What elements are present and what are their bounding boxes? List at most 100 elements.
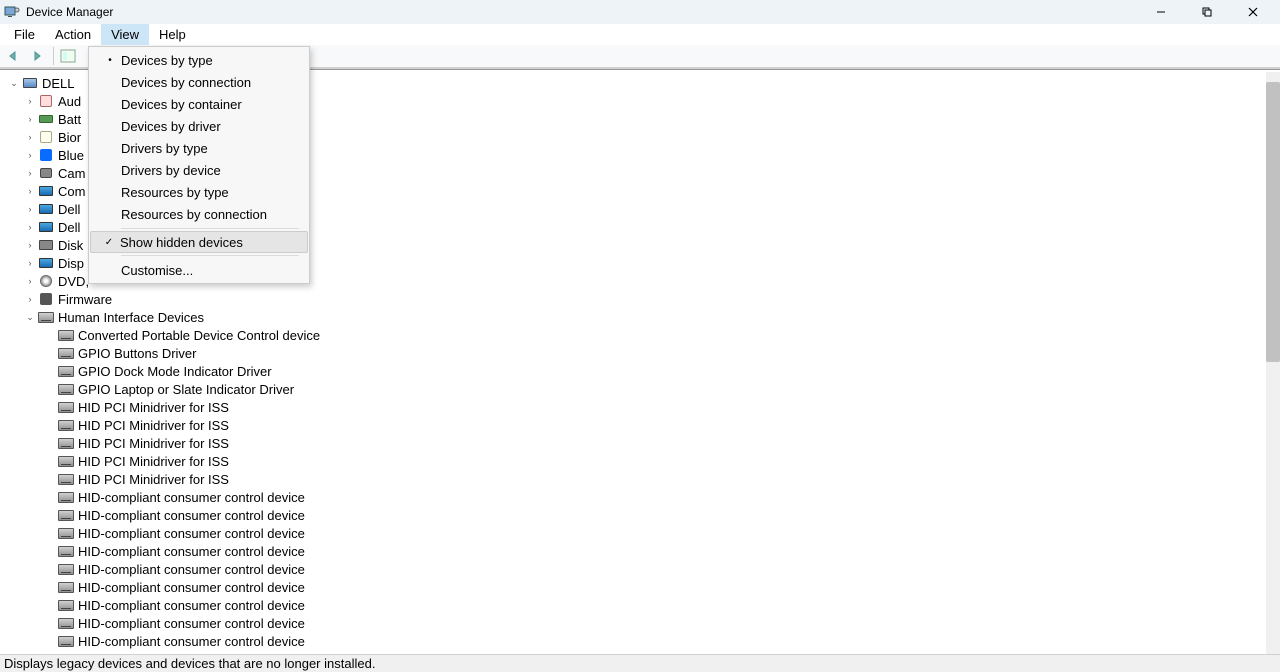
menu-devices-by-type[interactable]: • Devices by type xyxy=(91,49,307,71)
tree-leaf[interactable]: HID-compliant consumer control device xyxy=(0,596,1280,614)
show-hide-console-tree-button[interactable] xyxy=(57,45,79,67)
tree-node-label: DVD, xyxy=(58,274,89,289)
hid-icon xyxy=(58,615,74,631)
back-button[interactable] xyxy=(2,45,24,67)
expander-closed-icon[interactable]: › xyxy=(24,239,36,251)
hid-icon xyxy=(58,435,74,451)
hid-icon xyxy=(58,363,74,379)
statusbar: Displays legacy devices and devices that… xyxy=(0,654,1280,672)
tree-leaf[interactable]: HID-compliant consumer control device xyxy=(0,506,1280,524)
expander-open-icon[interactable]: ⌄ xyxy=(8,77,20,89)
menu-devices-by-driver[interactable]: Devices by driver xyxy=(91,115,307,137)
menu-devices-by-connection[interactable]: Devices by connection xyxy=(91,71,307,93)
tree-node-label: Human Interface Devices xyxy=(58,310,204,325)
tree-leaf[interactable]: HID PCI Minidriver for ISS xyxy=(0,452,1280,470)
menu-resources-by-connection[interactable]: Resources by connection xyxy=(91,203,307,225)
tree-leaf[interactable]: HID-compliant consumer control device xyxy=(0,488,1280,506)
expander-closed-icon[interactable]: › xyxy=(24,257,36,269)
menu-customise[interactable]: Customise... xyxy=(91,259,307,281)
tree-node-label: Dell xyxy=(58,202,80,217)
titlebar: Device Manager xyxy=(0,0,1280,24)
hid-icon xyxy=(58,525,74,541)
menu-item-label: Resources by type xyxy=(121,185,307,200)
expander-closed-icon[interactable]: › xyxy=(24,275,36,287)
tree-leaf-label: HID-compliant consumer control device xyxy=(78,580,305,595)
expander-closed-icon[interactable]: › xyxy=(24,221,36,233)
menu-item-label: Devices by connection xyxy=(121,75,307,90)
statusbar-text: Displays legacy devices and devices that… xyxy=(4,656,375,671)
expander-closed-icon[interactable]: › xyxy=(24,149,36,161)
close-button[interactable] xyxy=(1230,0,1276,24)
menu-devices-by-container[interactable]: Devices by container xyxy=(91,93,307,115)
maximize-button[interactable] xyxy=(1184,0,1230,24)
expander-closed-icon[interactable]: › xyxy=(24,185,36,197)
tree-node-label: Disp xyxy=(58,256,84,271)
menu-view[interactable]: View xyxy=(101,24,149,45)
scrollbar-thumb[interactable] xyxy=(1266,82,1280,362)
audio-icon xyxy=(38,93,54,109)
expander-closed-icon[interactable]: › xyxy=(24,293,36,305)
menu-item-label: Devices by type xyxy=(121,53,307,68)
tree-leaf[interactable]: HID-compliant consumer control device xyxy=(0,614,1280,632)
tree-leaf[interactable]: GPIO Dock Mode Indicator Driver xyxy=(0,362,1280,380)
menu-help[interactable]: Help xyxy=(149,24,196,45)
tree-leaf[interactable]: Converted Portable Device Control device xyxy=(0,326,1280,344)
tree-leaf-label: Converted Portable Device Control device xyxy=(78,328,320,343)
tree-leaf[interactable]: HID-compliant consumer control device xyxy=(0,560,1280,578)
tree-node-label: Blue xyxy=(58,148,84,163)
expander-closed-icon[interactable]: › xyxy=(24,131,36,143)
tree-leaf[interactable]: GPIO Buttons Driver xyxy=(0,344,1280,362)
expander-closed-icon[interactable]: › xyxy=(24,167,36,179)
tree-leaf-label: HID PCI Minidriver for ISS xyxy=(78,400,229,415)
expander-closed-icon[interactable]: › xyxy=(24,203,36,215)
menubar: File Action View Help xyxy=(0,24,1280,45)
tree-leaf[interactable]: GPIO Laptop or Slate Indicator Driver xyxy=(0,380,1280,398)
tree-node-hid[interactable]: ⌄ Human Interface Devices xyxy=(0,308,1280,326)
tree-node-label: Disk xyxy=(58,238,83,253)
check-marker-icon: ✓ xyxy=(98,237,120,248)
menu-item-label: Resources by connection xyxy=(121,207,307,222)
expander-open-icon[interactable]: ⌄ xyxy=(24,311,36,323)
tree-leaf[interactable]: HID PCI Minidriver for ISS xyxy=(0,434,1280,452)
menu-drivers-by-type[interactable]: Drivers by type xyxy=(91,137,307,159)
menu-action[interactable]: Action xyxy=(45,24,101,45)
tree-leaf[interactable]: HID-compliant consumer control device xyxy=(0,542,1280,560)
menu-file[interactable]: File xyxy=(4,24,45,45)
tree-leaf[interactable]: HID-compliant consumer control device xyxy=(0,524,1280,542)
expander-closed-icon[interactable]: › xyxy=(24,95,36,107)
tree-leaf-label: HID PCI Minidriver for ISS xyxy=(78,418,229,433)
tree-leaf-label: HID-compliant consumer control device xyxy=(78,490,305,505)
disk-icon xyxy=(38,237,54,253)
hid-icon xyxy=(58,399,74,415)
minimize-button[interactable] xyxy=(1138,0,1184,24)
hid-icon xyxy=(58,381,74,397)
bluetooth-icon xyxy=(38,147,54,163)
tree-leaf[interactable]: HID PCI Minidriver for ISS xyxy=(0,470,1280,488)
menu-item-label: Customise... xyxy=(121,263,307,278)
expander-closed-icon[interactable]: › xyxy=(24,113,36,125)
hid-icon xyxy=(58,561,74,577)
forward-button[interactable] xyxy=(26,45,48,67)
menu-drivers-by-device[interactable]: Drivers by device xyxy=(91,159,307,181)
menu-item-label: Drivers by device xyxy=(121,163,307,178)
tree-leaf[interactable]: HID-compliant consumer control device xyxy=(0,632,1280,650)
tree-leaf[interactable]: HID-compliant consumer control device xyxy=(0,578,1280,596)
camera-icon xyxy=(38,165,54,181)
menu-item-label: Drivers by type xyxy=(121,141,307,156)
tree-leaf-label: GPIO Laptop or Slate Indicator Driver xyxy=(78,382,294,397)
tree-node-label: Dell xyxy=(58,220,80,235)
view-menu-dropdown: • Devices by type Devices by connection … xyxy=(88,46,310,284)
tree-node[interactable]: › Firmware xyxy=(0,290,1280,308)
hid-icon xyxy=(58,633,74,649)
computer-category-icon xyxy=(38,183,54,199)
toolbar-separator xyxy=(53,47,54,65)
vertical-scrollbar[interactable] xyxy=(1266,72,1280,654)
tree-leaf-label: HID-compliant consumer control device xyxy=(78,616,305,631)
menu-show-hidden-devices[interactable]: ✓ Show hidden devices xyxy=(90,231,308,253)
tree-leaf-label: HID-compliant consumer control device xyxy=(78,634,305,649)
hid-icon xyxy=(58,543,74,559)
menu-resources-by-type[interactable]: Resources by type xyxy=(91,181,307,203)
tree-leaf[interactable]: HID PCI Minidriver for ISS xyxy=(0,398,1280,416)
tree-leaf[interactable]: HID PCI Minidriver for ISS xyxy=(0,416,1280,434)
dell-icon xyxy=(38,219,54,235)
